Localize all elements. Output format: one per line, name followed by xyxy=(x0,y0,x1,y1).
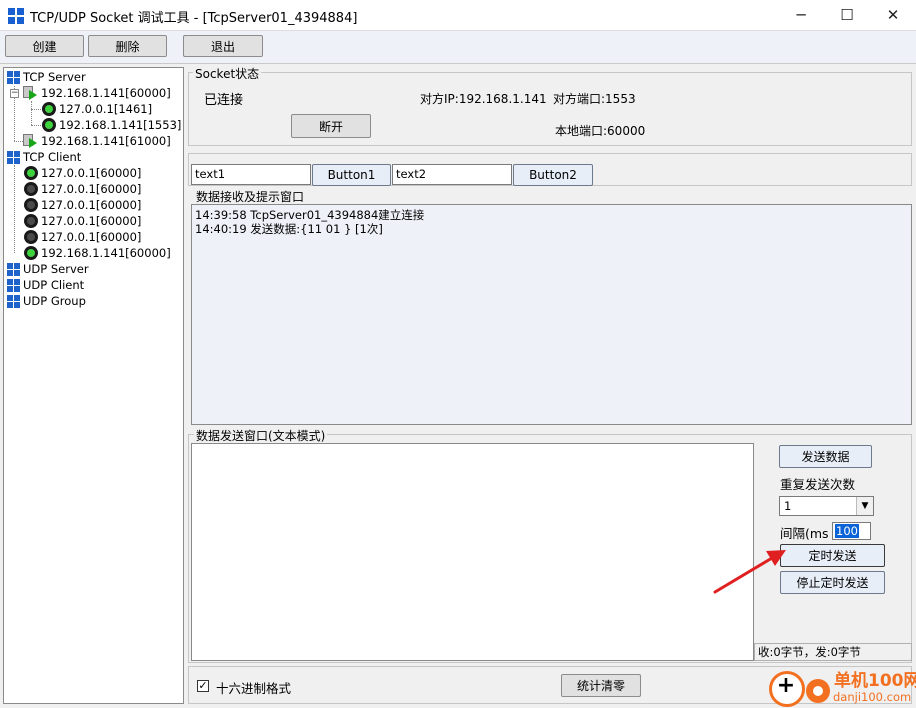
udp-server-icon xyxy=(7,263,20,276)
delete-button[interactable]: 删除 xyxy=(88,35,167,57)
watermark-name: 单机100网 xyxy=(834,671,916,691)
udp-group-icon xyxy=(7,295,20,308)
connection-tree[interactable]: TCP Server − 192.168.1.141[60000] 127.0.… xyxy=(3,67,184,704)
tree-node-client[interactable]: 127.0.0.1[60000] xyxy=(41,181,141,197)
tree-node-udp-server[interactable]: UDP Server xyxy=(23,261,89,277)
tcp-server-icon xyxy=(7,71,20,84)
interval-input[interactable]: 100 xyxy=(832,522,871,540)
hex-format-label: 十六进制格式 xyxy=(216,681,292,696)
tree-node-tcp-server[interactable]: TCP Server xyxy=(23,69,86,85)
stop-timed-send-button[interactable]: 停止定时发送 xyxy=(780,571,885,594)
tcp-client-icon xyxy=(7,151,20,164)
tree-node-client[interactable]: 127.0.0.1[60000] xyxy=(41,197,141,213)
send-title: 数据发送窗口(文本模式) xyxy=(194,427,328,444)
interval-value: 100 xyxy=(835,524,859,538)
tree-node-client[interactable]: 127.0.0.1[60000] xyxy=(41,213,141,229)
receive-line: 14:39:58 TcpServer01_4394884建立连接 xyxy=(195,208,425,222)
socket-status-title: Socket状态 xyxy=(193,65,262,82)
tree-node-tcp-client[interactable]: TCP Client xyxy=(23,149,81,165)
exit-button[interactable]: 退出 xyxy=(183,35,263,57)
repeat-count-select[interactable]: 1 ▼ xyxy=(779,496,874,516)
text1-input[interactable]: text1 xyxy=(191,164,311,185)
byte-stats: 收:0字节，发:0字节 xyxy=(754,643,912,661)
tree-node-server-60000[interactable]: 192.168.1.141[60000] xyxy=(41,85,171,101)
connection-active-icon xyxy=(42,118,56,132)
reset-stats-button[interactable]: 统计清零 xyxy=(561,674,641,697)
chevron-down-icon[interactable]: ▼ xyxy=(856,497,873,515)
watermark-dot-icon xyxy=(806,679,830,703)
annotation-arrow xyxy=(713,550,786,594)
disconnect-button[interactable]: 断开 xyxy=(291,114,371,138)
connection-state: 已连接 xyxy=(204,93,244,108)
tree-node-client[interactable]: 127.0.0.1[60000] xyxy=(41,165,141,181)
tree-node-child-1461[interactable]: 127.0.0.1[1461] xyxy=(59,101,152,117)
tree-node-client[interactable]: 192.168.1.141[60000] xyxy=(41,245,171,261)
tree-node-client[interactable]: 127.0.0.1[60000] xyxy=(41,229,141,245)
client-connected-icon xyxy=(24,246,38,260)
send-data-button[interactable]: 发送数据 xyxy=(779,445,872,468)
app-icon xyxy=(8,8,24,24)
tree-node-udp-client[interactable]: UDP Client xyxy=(23,277,84,293)
tree-node-child-1553[interactable]: 192.168.1.141[1553] xyxy=(59,117,181,133)
udp-client-icon xyxy=(7,279,20,292)
close-button[interactable]: ✕ xyxy=(870,0,916,31)
watermark-url: danji100.com xyxy=(833,690,912,704)
client-disconnected-icon xyxy=(24,214,38,228)
peer-ip: 对方IP:192.168.1.141 xyxy=(420,92,547,106)
local-port: 本地端口:60000 xyxy=(555,124,646,138)
receive-line: 14:40:19 发送数据:{11 01 } [1次] xyxy=(195,222,383,236)
timed-send-button[interactable]: 定时发送 xyxy=(780,544,885,567)
receive-text-area[interactable]: 14:39:58 TcpServer01_4394884建立连接 14:40:1… xyxy=(191,204,912,425)
repeat-count-label: 重复发送次数 xyxy=(780,477,856,492)
minimize-button[interactable]: ─ xyxy=(778,0,824,31)
connection-active-icon xyxy=(42,102,56,116)
maximize-button[interactable]: ☐ xyxy=(824,0,870,31)
client-disconnected-icon xyxy=(24,198,38,212)
peer-port: 对方端口:1553 xyxy=(553,92,636,106)
tree-node-udp-group[interactable]: UDP Group xyxy=(23,293,86,309)
client-disconnected-icon xyxy=(24,230,38,244)
collapse-icon[interactable]: − xyxy=(10,89,19,98)
client-disconnected-icon xyxy=(24,182,38,196)
send-text-area[interactable] xyxy=(191,443,754,661)
server-play-icon xyxy=(23,134,38,148)
tree-node-server-61000[interactable]: 192.168.1.141[61000] xyxy=(41,133,171,149)
server-play-icon xyxy=(23,86,38,100)
create-button[interactable]: 创建 xyxy=(5,35,84,57)
plus-icon: + xyxy=(776,673,796,698)
client-connected-icon xyxy=(24,166,38,180)
hex-format-checkbox[interactable]: ✓ xyxy=(197,680,209,692)
repeat-count-value: 1 xyxy=(784,499,792,513)
button2[interactable]: Button2 xyxy=(513,164,593,186)
window-title: TCP/UDP Socket 调试工具 - [TcpServer01_43948… xyxy=(30,11,358,26)
receive-title: 数据接收及提示窗口 xyxy=(194,188,307,205)
text2-input[interactable]: text2 xyxy=(392,164,512,185)
button1[interactable]: Button1 xyxy=(312,164,391,186)
